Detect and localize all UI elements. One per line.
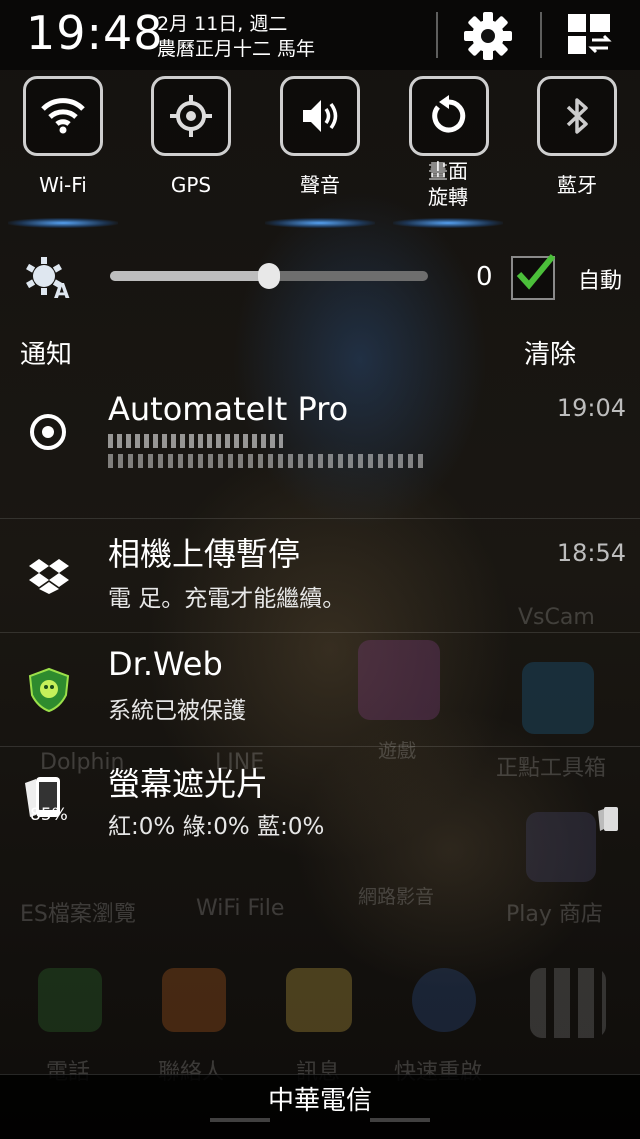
bg-label-media: 網路影音 xyxy=(358,886,435,908)
notification-title: Dr.Web xyxy=(108,645,223,683)
screen-filter-small-icon xyxy=(598,807,618,831)
lunar-date-line: 農曆正月十二 馬年 xyxy=(157,38,316,60)
bluetooth-toggle[interactable] xyxy=(537,76,617,156)
wifi-label: Wi-Fi xyxy=(39,173,87,197)
garbled-text-line xyxy=(108,434,283,448)
notification-time: 19:04 xyxy=(556,394,626,422)
automateit-icon xyxy=(30,414,66,450)
sound-toggle[interactable] xyxy=(280,76,360,156)
settings-button[interactable] xyxy=(462,10,514,62)
brightness-value: 0 xyxy=(476,262,493,292)
edit-panel-icon xyxy=(568,14,612,54)
notification-title: 相機上傳暫停 xyxy=(108,535,301,573)
carrier-label: 中華電信 xyxy=(267,1086,372,1116)
edit-quick-panel-button[interactable] xyxy=(566,10,618,62)
sound-icon xyxy=(303,100,338,132)
bg-quick-reboot-icon xyxy=(412,968,476,1032)
header-divider-2 xyxy=(540,12,542,58)
svg-text:A: A xyxy=(54,279,70,302)
notification-title: AutomateIt Pro xyxy=(108,390,349,428)
bg-messages-icon xyxy=(286,968,352,1032)
bluetooth-label: 藍牙 xyxy=(557,173,597,197)
brightness-slider-fill xyxy=(110,271,269,281)
status-header: 19:48 2月 11日, 週二 農曆正月十二 馬年 xyxy=(0,0,640,70)
gps-icon xyxy=(170,95,212,137)
clear-notifications-button[interactable]: 清除 xyxy=(524,334,576,371)
notification-time: 18:54 xyxy=(556,539,626,567)
bg-label-es-file: ES檔案瀏覽 xyxy=(20,902,136,927)
notification-dropbox[interactable]: 相機上傳暫停 電 足。充電才能繼續。 18:54 xyxy=(0,518,640,633)
notification-title: 螢幕遮光片 xyxy=(108,765,269,803)
rotation-toggle[interactable] xyxy=(409,76,489,156)
bluetooth-icon xyxy=(566,98,588,134)
wifi-active-indicator xyxy=(8,218,118,228)
sound-label: 聲音 xyxy=(300,173,340,197)
bg-label-play-store: Play 商店 xyxy=(506,902,603,927)
auto-brightness-label: 自動 xyxy=(578,269,623,294)
auto-brightness-checkbox[interactable] xyxy=(511,254,556,300)
rotation-label: 畫面 旋轉 xyxy=(428,159,468,209)
drag-handle[interactable] xyxy=(210,1118,270,1122)
bg-phone-icon xyxy=(38,968,102,1032)
date-line: 2月 11日, 週二 xyxy=(157,13,288,35)
bg-apps-grid-icon xyxy=(530,968,606,1038)
wifi-icon xyxy=(41,98,85,134)
notification-subtitle: 紅:0% 綠:0% 藍:0% xyxy=(108,814,325,840)
checkmark-icon xyxy=(516,254,556,290)
sound-active-indicator xyxy=(265,218,375,228)
screen-filter-badge: 85% xyxy=(30,805,68,825)
notification-subtitle: 系統已被保護 xyxy=(108,698,246,724)
gps-toggle[interactable] xyxy=(151,76,231,156)
gear-icon xyxy=(464,12,512,60)
notification-automateit[interactable]: AutomateIt Pro 19:04 xyxy=(0,378,640,518)
gps-label: GPS xyxy=(170,173,212,197)
header-divider xyxy=(436,12,438,58)
notification-subtitle: 電 足。充電才能繼續。 xyxy=(108,586,346,612)
bg-contacts-icon xyxy=(162,968,226,1032)
garbled-text-line xyxy=(108,454,428,468)
dropbox-icon xyxy=(29,559,69,594)
auto-brightness-icon: A xyxy=(26,257,70,302)
rotate-icon xyxy=(432,95,466,133)
notification-screen-filter[interactable]: 85% 螢幕遮光片 紅:0% 綠:0% 藍:0% xyxy=(0,746,640,863)
drweb-shield-icon xyxy=(28,667,70,713)
drag-handle[interactable] xyxy=(370,1118,430,1122)
brightness-slider-thumb[interactable] xyxy=(258,263,280,289)
wifi-toggle[interactable] xyxy=(23,76,103,156)
rotation-active-indicator xyxy=(393,218,503,228)
bg-label-wifi-file: WiFi File xyxy=(196,896,285,921)
clock: 19:48 xyxy=(26,6,164,60)
notifications-heading: 通知 xyxy=(20,340,73,370)
notification-drweb[interactable]: Dr.Web 系統已被保護 xyxy=(0,632,640,747)
